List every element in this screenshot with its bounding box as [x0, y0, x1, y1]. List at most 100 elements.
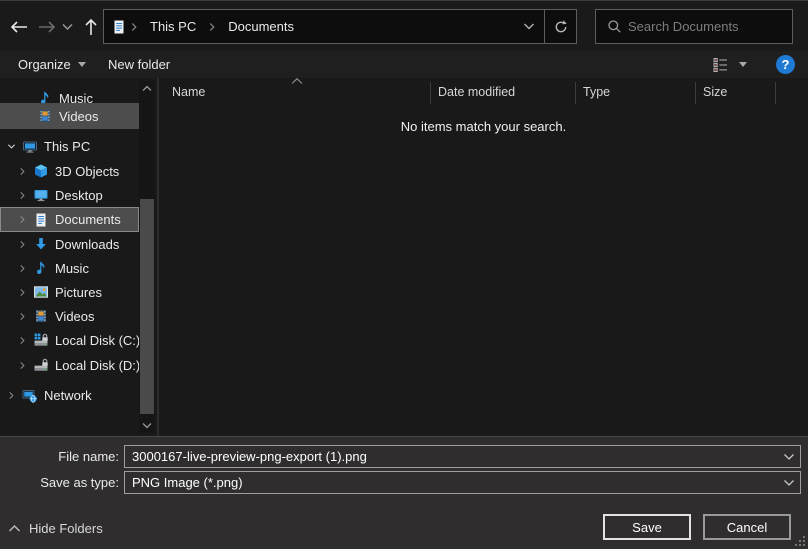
search-input[interactable]	[622, 19, 808, 34]
recent-locations-button[interactable]	[58, 14, 76, 40]
scroll-down-button[interactable]	[139, 418, 155, 433]
organize-menu-button[interactable]: Organize	[18, 51, 86, 78]
sidebar-item-local-disk-d[interactable]: Local Disk (D:)	[0, 353, 141, 377]
sidebar-item-label: Network	[44, 388, 92, 403]
hide-folders-button[interactable]: Hide Folders	[8, 521, 103, 536]
downloads-icon	[36, 238, 46, 250]
expand-toggle[interactable]	[15, 308, 30, 324]
sidebar-item-desktop[interactable]: Desktop	[0, 183, 139, 207]
sidebar-item-downloads[interactable]: Downloads	[0, 232, 139, 256]
chevron-collapsed-icon	[20, 216, 25, 223]
column-divider[interactable]	[430, 82, 431, 104]
chevron-collapsed-icon	[20, 167, 25, 175]
expand-toggle[interactable]	[15, 357, 30, 373]
chevron-collapsed-icon	[20, 361, 25, 369]
expand-toggle[interactable]	[15, 236, 30, 252]
column-header-size[interactable]: Size	[703, 85, 727, 99]
breadcrumb-documents[interactable]: Documents	[219, 19, 303, 34]
expand-toggle[interactable]	[4, 388, 19, 404]
new-folder-label: New folder	[108, 57, 171, 72]
expand-toggle[interactable]	[15, 212, 30, 228]
expand-toggle[interactable]	[15, 163, 30, 179]
sidebar-item-label: Local Disk (D:)	[55, 357, 141, 373]
new-folder-button[interactable]: New folder	[108, 51, 170, 78]
column-header-type[interactable]: Type	[583, 85, 610, 99]
breadcrumb-separator-icon	[210, 22, 215, 31]
organize-label: Organize	[18, 57, 71, 72]
column-divider[interactable]	[775, 82, 776, 104]
search-icon	[608, 20, 621, 33]
sidebar-item-videos[interactable]: Videos	[0, 304, 139, 328]
navigation-pane: Music Videos This PC 3D Objects Desktop …	[0, 78, 157, 436]
empty-results-message: No items match your search.	[400, 119, 567, 134]
sidebar-item-label: Desktop	[55, 187, 103, 203]
file-name-input[interactable]	[125, 449, 782, 464]
videos-icon	[36, 310, 46, 322]
view-options-dropdown[interactable]	[739, 51, 747, 78]
pictures-icon	[34, 286, 48, 298]
expand-toggle[interactable]	[15, 187, 30, 203]
expand-toggle[interactable]	[15, 260, 30, 276]
help-button[interactable]: ?	[776, 55, 795, 74]
save-as-type-select[interactable]: PNG Image (*.png)	[124, 471, 801, 494]
sidebar-item-label: Music	[55, 260, 89, 276]
column-divider[interactable]	[575, 82, 576, 104]
scroll-up-button[interactable]	[139, 81, 155, 96]
forward-button[interactable]	[34, 14, 60, 40]
save-dialog-footer: File name: Save as type: PNG Image (*.pn…	[0, 436, 808, 549]
back-button[interactable]	[6, 14, 32, 40]
cancel-button[interactable]: Cancel	[703, 514, 791, 540]
scrollbar-thumb[interactable]	[140, 199, 154, 414]
sidebar-item-label: This PC	[44, 139, 91, 154]
documents-icon	[36, 213, 46, 226]
dropdown-caret-icon	[739, 62, 747, 67]
disk-windows-icon	[34, 333, 48, 346]
sidebar-item-pictures[interactable]: Pictures	[0, 280, 139, 304]
expand-toggle[interactable]	[15, 332, 30, 348]
music-icon	[37, 261, 45, 274]
details-view-icon	[713, 57, 727, 72]
refresh-button[interactable]	[545, 10, 576, 43]
sidebar-item-label: Pictures	[55, 284, 102, 300]
sidebar-item-3d-objects[interactable]: 3D Objects	[0, 159, 139, 183]
chevron-down-icon	[142, 423, 152, 429]
chevron-collapsed-icon	[9, 392, 14, 399]
3d-objects-icon	[35, 164, 47, 178]
videos-icon	[40, 110, 50, 122]
save-dialog: This PC Documents Search Documents Organ…	[0, 0, 808, 549]
sidebar-scrollbar[interactable]	[139, 81, 155, 433]
sidebar-item-videos-library[interactable]: Videos	[0, 103, 139, 129]
save-as-type-value: PNG Image (*.png)	[132, 475, 243, 490]
expand-toggle[interactable]	[15, 284, 30, 300]
sidebar-item-local-disk-c[interactable]: Local Disk (C:)	[0, 328, 140, 352]
disk-icon	[34, 358, 48, 371]
refresh-icon	[555, 19, 567, 32]
address-bar-controls	[514, 10, 576, 43]
address-bar[interactable]: This PC Documents	[103, 9, 577, 44]
breadcrumb-this-pc[interactable]: This PC	[141, 19, 205, 34]
chevron-collapsed-icon	[20, 191, 25, 199]
up-button[interactable]	[78, 14, 104, 40]
file-name-field[interactable]	[124, 445, 801, 468]
column-header-name[interactable]: Name	[172, 85, 205, 99]
address-dropdown-button[interactable]	[514, 10, 544, 43]
save-as-type-label: Save as type:	[40, 475, 119, 490]
sidebar-item-label: Videos	[55, 308, 95, 324]
sidebar-item-network[interactable]: Network	[0, 383, 139, 408]
sidebar-item-label: Documents	[55, 212, 121, 227]
column-divider[interactable]	[695, 82, 696, 104]
forward-arrow-icon	[39, 21, 56, 33]
search-box[interactable]	[595, 9, 808, 44]
chevron-collapsed-icon	[20, 336, 25, 344]
resize-grip[interactable]	[795, 536, 806, 547]
change-view-button[interactable]	[712, 51, 729, 78]
sidebar-item-documents[interactable]: Documents	[0, 207, 139, 232]
sidebar-item-music[interactable]: Music	[0, 256, 139, 280]
sidebar-item-this-pc[interactable]: This PC	[0, 134, 139, 159]
navigation-toolbar: This PC Documents	[0, 1, 808, 51]
column-header-date-modified[interactable]: Date modified	[438, 85, 515, 99]
hide-folders-label: Hide Folders	[29, 521, 103, 536]
expand-toggle[interactable]	[4, 139, 19, 155]
save-button[interactable]: Save	[603, 514, 691, 540]
computer-icon	[23, 141, 37, 153]
